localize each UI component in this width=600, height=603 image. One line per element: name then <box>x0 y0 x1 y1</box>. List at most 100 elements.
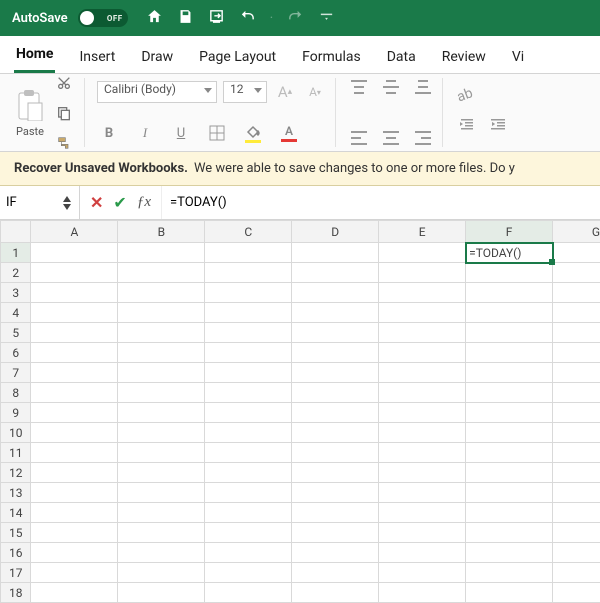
row-header-14[interactable]: 14 <box>1 503 31 523</box>
fill-handle[interactable] <box>549 259 555 265</box>
cell-C10[interactable] <box>205 423 292 443</box>
cell-C17[interactable] <box>205 563 292 583</box>
cell-C1[interactable] <box>205 243 292 263</box>
cell-F4[interactable] <box>466 303 553 323</box>
cell-E10[interactable] <box>379 423 466 443</box>
tab-data[interactable]: Data <box>385 49 418 73</box>
cell-D9[interactable] <box>292 403 379 423</box>
cell-D2[interactable] <box>292 263 379 283</box>
autosave-toggle[interactable]: OFF <box>78 9 128 27</box>
cell-B13[interactable] <box>118 483 205 503</box>
cell-E11[interactable] <box>379 443 466 463</box>
align-top-icon[interactable] <box>348 80 370 94</box>
cell-E6[interactable] <box>379 343 466 363</box>
orientation-icon[interactable]: ab <box>450 79 481 110</box>
tab-review[interactable]: Review <box>440 49 488 73</box>
bold-button[interactable]: B <box>97 121 121 145</box>
cell-B5[interactable] <box>118 323 205 343</box>
cell-D3[interactable] <box>292 283 379 303</box>
cell-A3[interactable] <box>31 283 118 303</box>
cell-D11[interactable] <box>292 443 379 463</box>
col-header-F[interactable]: F <box>466 221 553 243</box>
align-center-icon[interactable] <box>380 131 402 145</box>
cell-C11[interactable] <box>205 443 292 463</box>
col-header-D[interactable]: D <box>292 221 379 243</box>
row-header-8[interactable]: 8 <box>1 383 31 403</box>
cell-E16[interactable] <box>379 543 466 563</box>
cell-D14[interactable] <box>292 503 379 523</box>
cell-G4[interactable] <box>553 303 600 323</box>
cell-G7[interactable] <box>553 363 600 383</box>
save-icon[interactable] <box>177 8 194 29</box>
cell-A7[interactable] <box>31 363 118 383</box>
col-header-B[interactable]: B <box>118 221 205 243</box>
cell-G12[interactable] <box>553 463 600 483</box>
cell-E8[interactable] <box>379 383 466 403</box>
cell-A17[interactable] <box>31 563 118 583</box>
cell-F17[interactable] <box>466 563 553 583</box>
cell-C9[interactable] <box>205 403 292 423</box>
name-box-input[interactable] <box>6 195 56 210</box>
stepper-up-icon[interactable] <box>61 195 73 203</box>
cell-A16[interactable] <box>31 543 118 563</box>
cell-C13[interactable] <box>205 483 292 503</box>
cell-C4[interactable] <box>205 303 292 323</box>
cell-G6[interactable] <box>553 343 600 363</box>
cell-D6[interactable] <box>292 343 379 363</box>
cell-C8[interactable] <box>205 383 292 403</box>
cell-C12[interactable] <box>205 463 292 483</box>
tab-draw[interactable]: Draw <box>139 49 175 73</box>
cell-B12[interactable] <box>118 463 205 483</box>
cell-G17[interactable] <box>553 563 600 583</box>
cell-G14[interactable] <box>553 503 600 523</box>
cell-C7[interactable] <box>205 363 292 383</box>
formula-input[interactable] <box>162 186 600 219</box>
cell-A14[interactable] <box>31 503 118 523</box>
cell-D8[interactable] <box>292 383 379 403</box>
col-header-C[interactable]: C <box>205 221 292 243</box>
increase-indent-icon[interactable] <box>487 113 511 137</box>
cell-A11[interactable] <box>31 443 118 463</box>
cell-G11[interactable] <box>553 443 600 463</box>
cell-E5[interactable] <box>379 323 466 343</box>
cell-D7[interactable] <box>292 363 379 383</box>
home-icon[interactable] <box>146 8 163 29</box>
cell-E17[interactable] <box>379 563 466 583</box>
redo-icon[interactable] <box>287 8 304 29</box>
cell-F3[interactable] <box>466 283 553 303</box>
row-header-15[interactable]: 15 <box>1 523 31 543</box>
cell-A9[interactable] <box>31 403 118 423</box>
cancel-formula-icon[interactable]: ✕ <box>90 193 103 212</box>
cell-A13[interactable] <box>31 483 118 503</box>
row-header-7[interactable]: 7 <box>1 363 31 383</box>
cell-B9[interactable] <box>118 403 205 423</box>
cell-F11[interactable] <box>466 443 553 463</box>
tab-home[interactable]: Home <box>14 46 55 73</box>
cell-E13[interactable] <box>379 483 466 503</box>
cell-C6[interactable] <box>205 343 292 363</box>
cell-C15[interactable] <box>205 523 292 543</box>
fill-color-icon[interactable] <box>241 121 265 145</box>
cell-F10[interactable] <box>466 423 553 443</box>
cell-G1[interactable] <box>553 243 600 263</box>
spreadsheet-grid[interactable]: A B C D E F G 1=TODAY()23456789101112131… <box>0 220 600 603</box>
row-header-4[interactable]: 4 <box>1 303 31 323</box>
cell-F6[interactable] <box>466 343 553 363</box>
cell-A2[interactable] <box>31 263 118 283</box>
cell-G9[interactable] <box>553 403 600 423</box>
cell-G2[interactable] <box>553 263 600 283</box>
cell-A6[interactable] <box>31 343 118 363</box>
col-header-E[interactable]: E <box>379 221 466 243</box>
cell-E7[interactable] <box>379 363 466 383</box>
cell-B11[interactable] <box>118 443 205 463</box>
cell-G15[interactable] <box>553 523 600 543</box>
cell-G13[interactable] <box>553 483 600 503</box>
format-painter-icon[interactable] <box>52 131 76 155</box>
cell-A4[interactable] <box>31 303 118 323</box>
name-box-stepper[interactable] <box>61 195 73 211</box>
cell-A15[interactable] <box>31 523 118 543</box>
stepper-down-icon[interactable] <box>61 203 73 211</box>
cell-E3[interactable] <box>379 283 466 303</box>
cell-F15[interactable] <box>466 523 553 543</box>
cell-B2[interactable] <box>118 263 205 283</box>
